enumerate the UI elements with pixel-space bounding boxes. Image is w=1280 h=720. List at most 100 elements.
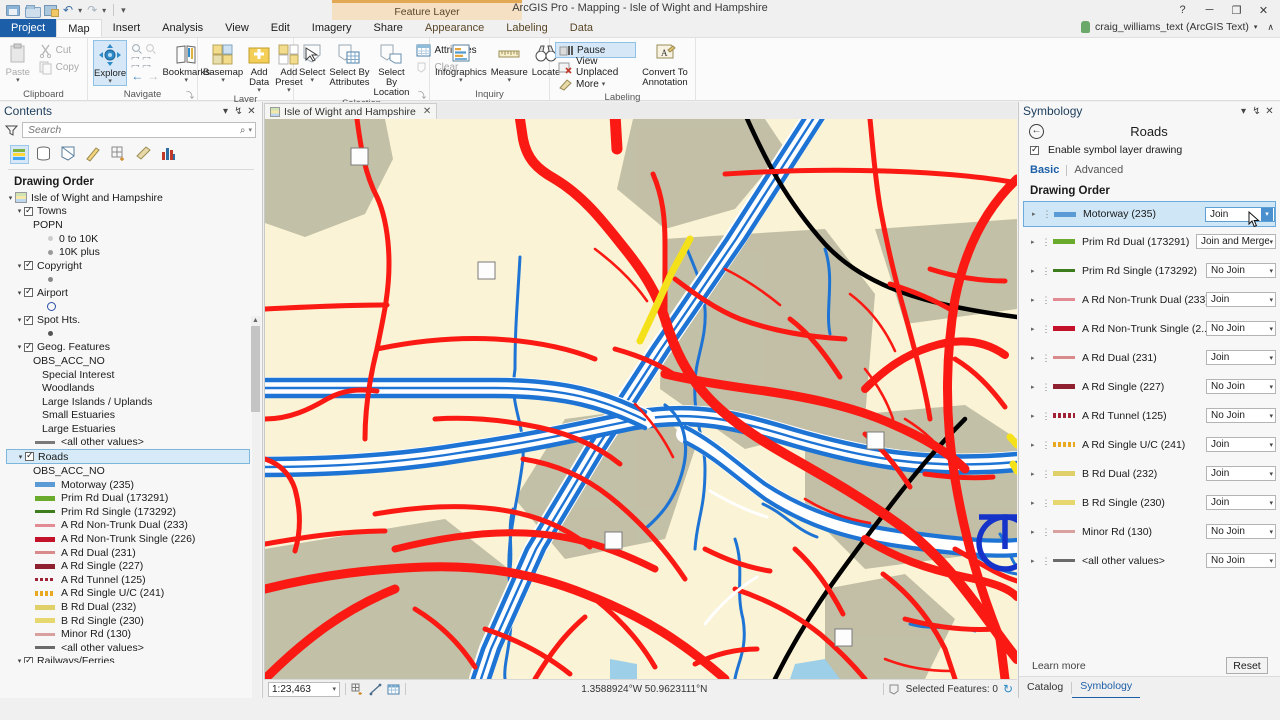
collapse-ribbon-icon[interactable]: ∧: [1267, 22, 1274, 33]
next-extent-icon[interactable]: →: [147, 70, 159, 82]
map-tab-close-icon[interactable]: ✕: [423, 106, 431, 117]
toc-row[interactable]: 10K plus: [6, 245, 262, 259]
ribbon-tab-labeling[interactable]: Labeling: [495, 19, 559, 37]
toc-row[interactable]: Woodlands: [6, 381, 262, 395]
chevron-down-icon[interactable]: ▾: [1269, 238, 1273, 246]
restore-button[interactable]: ❐: [1230, 4, 1243, 17]
layer-visibility-checkbox[interactable]: [24, 314, 33, 325]
save-project-icon[interactable]: [6, 4, 20, 17]
fixed-zoom-in-icon[interactable]: ⌐¬: [131, 55, 139, 62]
search-icon[interactable]: ⌕: [240, 125, 246, 136]
toc-row[interactable]: [6, 327, 262, 341]
symbology-row[interactable]: ▸ ⋮ Prim Rd Single (173292) No Join ▾: [1023, 256, 1276, 285]
join-type-dropdown[interactable]: No Join ▾: [1206, 263, 1276, 278]
join-type-dropdown[interactable]: No Join ▾: [1206, 524, 1276, 539]
quick-access-toolbar[interactable]: ↶ ▾ ↷ ▾ ▾: [0, 4, 126, 18]
list-by-data-source-icon[interactable]: [35, 145, 54, 164]
contents-scroll-thumb[interactable]: [251, 326, 260, 412]
drag-handle-icon[interactable]: ⋮: [1041, 411, 1051, 420]
contents-close-button[interactable]: ✕: [245, 106, 258, 117]
tab-advanced[interactable]: Advanced: [1074, 164, 1123, 176]
toc-row[interactable]: Minor Rd (130): [6, 627, 262, 641]
navigate-dialog-launcher[interactable]: ⤵: [186, 90, 194, 101]
join-type-dropdown[interactable]: Join ▾: [1206, 292, 1276, 307]
measure-dropdown-icon[interactable]: ▾: [507, 77, 511, 84]
drag-handle-icon[interactable]: ⋮: [1041, 237, 1051, 246]
symbology-row[interactable]: ▸ ⋮ A Rd Non-Trunk Dual (233) Join ▾: [1023, 285, 1276, 314]
fixed-zoom-out-icon[interactable]: ⌐¬: [142, 55, 150, 62]
chevron-down-icon[interactable]: ▾: [1269, 267, 1273, 275]
join-type-dropdown[interactable]: No Join ▾: [1206, 408, 1276, 423]
select-by-location-button[interactable]: Select By Location: [374, 40, 409, 98]
view-unplaced-button[interactable]: View Unplaced: [555, 56, 636, 78]
contents-search-box[interactable]: ⌕ ▾: [22, 122, 256, 138]
layer-visibility-checkbox[interactable]: [24, 286, 33, 298]
basemap-dropdown-icon[interactable]: ▾: [221, 77, 225, 84]
symbology-row[interactable]: ▸ ⋮ A Rd Non-Trunk Single (2... No Join ▾: [1023, 314, 1276, 343]
expand-collapse-icon[interactable]: ▾: [15, 343, 24, 351]
save-project-as-icon[interactable]: [44, 4, 59, 17]
grid-status-icon[interactable]: [387, 683, 400, 696]
symbology-row[interactable]: ▸ ⋮ B Rd Dual (232) Join ▾: [1023, 459, 1276, 488]
bookmarks-dropdown-icon[interactable]: ▾: [184, 77, 188, 84]
measure-status-icon[interactable]: [369, 683, 382, 696]
symbol-swatch[interactable]: [1053, 500, 1075, 505]
expand-symbol-layers-icon[interactable]: ▸: [1031, 470, 1041, 478]
contents-menu-button[interactable]: ▾: [219, 106, 232, 117]
toc-row[interactable]: B Rd Single (230): [6, 614, 262, 628]
account-name[interactable]: craig_williams_text (ArcGIS Text): [1095, 21, 1249, 33]
expand-collapse-icon[interactable]: ▾: [15, 262, 24, 270]
join-type-dropdown[interactable]: Join ▾: [1206, 437, 1276, 452]
join-type-dropdown[interactable]: No Join ▾: [1206, 379, 1276, 394]
toc-row[interactable]: 0 to 10K: [6, 232, 262, 246]
symbology-row[interactable]: ▸ ⋮ A Rd Tunnel (125) No Join ▾: [1023, 401, 1276, 430]
symbology-row[interactable]: ▸ ⋮ Prim Rd Dual (173291) Join and Merge ▾: [1023, 227, 1276, 256]
redo-dropdown-icon[interactable]: ▾: [102, 6, 106, 15]
layer-visibility-checkbox[interactable]: [24, 341, 33, 352]
more-labeling-dropdown-icon[interactable]: ▾: [602, 80, 606, 88]
account-caret-icon[interactable]: ▾: [1254, 23, 1258, 31]
contents-scrollbar[interactable]: ▲ ▼: [251, 316, 261, 720]
symbology-rows[interactable]: ▸ ⋮ Motorway (235) Join ▾ ▸ ⋮ Prim Rd Dual (173…: [1019, 201, 1280, 575]
dock-tab-strip[interactable]: Catalog Symbology: [1019, 676, 1280, 699]
open-project-icon[interactable]: [25, 4, 41, 18]
toc-row[interactable]: Motorway (235): [6, 478, 262, 492]
map-canvas[interactable]: [264, 119, 1017, 679]
minimize-button[interactable]: ─: [1203, 4, 1216, 16]
map-tab[interactable]: Isle of Wight and Hampshire ✕: [264, 103, 438, 119]
toc-row[interactable]: A Rd Dual (231): [6, 546, 262, 560]
toc-row[interactable]: ▾ Airport: [6, 286, 262, 300]
symbol-swatch[interactable]: [1053, 413, 1075, 418]
paste-dropdown-icon[interactable]: ▾: [16, 77, 20, 84]
expand-collapse-icon[interactable]: ▾: [15, 289, 24, 297]
help-button[interactable]: ?: [1176, 4, 1189, 16]
ribbon-tab-map[interactable]: Map: [56, 19, 102, 37]
ribbon-tab-view[interactable]: View: [214, 19, 260, 37]
chevron-down-icon[interactable]: ▾: [1269, 412, 1273, 420]
list-by-snapping-icon[interactable]: [110, 145, 129, 164]
toc-row[interactable]: ▾ Isle of Wight and Hampshire: [6, 191, 262, 205]
search-input[interactable]: [26, 123, 240, 137]
drag-handle-icon[interactable]: ⋮: [1041, 266, 1051, 275]
expand-symbol-layers-icon[interactable]: ▸: [1031, 238, 1041, 246]
infographics-dropdown-icon[interactable]: ▾: [459, 77, 463, 84]
toc-row[interactable]: Prim Rd Single (173292): [6, 505, 262, 519]
reset-button[interactable]: Reset: [1226, 657, 1268, 674]
drag-handle-icon[interactable]: ⋮: [1041, 498, 1051, 507]
expand-collapse-icon[interactable]: ▾: [15, 316, 24, 324]
drag-handle-icon[interactable]: ⋮: [1041, 324, 1051, 333]
symbol-swatch[interactable]: [1053, 298, 1075, 301]
add-data-button[interactable]: Add Data ▾: [247, 40, 271, 94]
more-labeling-button[interactable]: More ▾: [555, 76, 636, 92]
expand-symbol-layers-icon[interactable]: ▸: [1031, 267, 1041, 275]
ribbon-tab-insert[interactable]: Insert: [102, 19, 152, 37]
toc-row[interactable]: A Rd Non-Trunk Dual (233): [6, 519, 262, 533]
symbol-swatch[interactable]: [1053, 239, 1075, 244]
enable-symbol-layer-drawing-checkbox[interactable]: [1030, 144, 1039, 155]
chevron-down-icon[interactable]: ▾: [1269, 296, 1273, 304]
ribbon-tab-appearance[interactable]: Appearance: [414, 19, 495, 37]
toc-row[interactable]: ▾ Geog. Features: [6, 341, 262, 355]
close-button[interactable]: ✕: [1257, 4, 1270, 17]
measure-button[interactable]: Measure ▾: [491, 40, 528, 84]
toc-row[interactable]: POPN: [6, 218, 262, 232]
